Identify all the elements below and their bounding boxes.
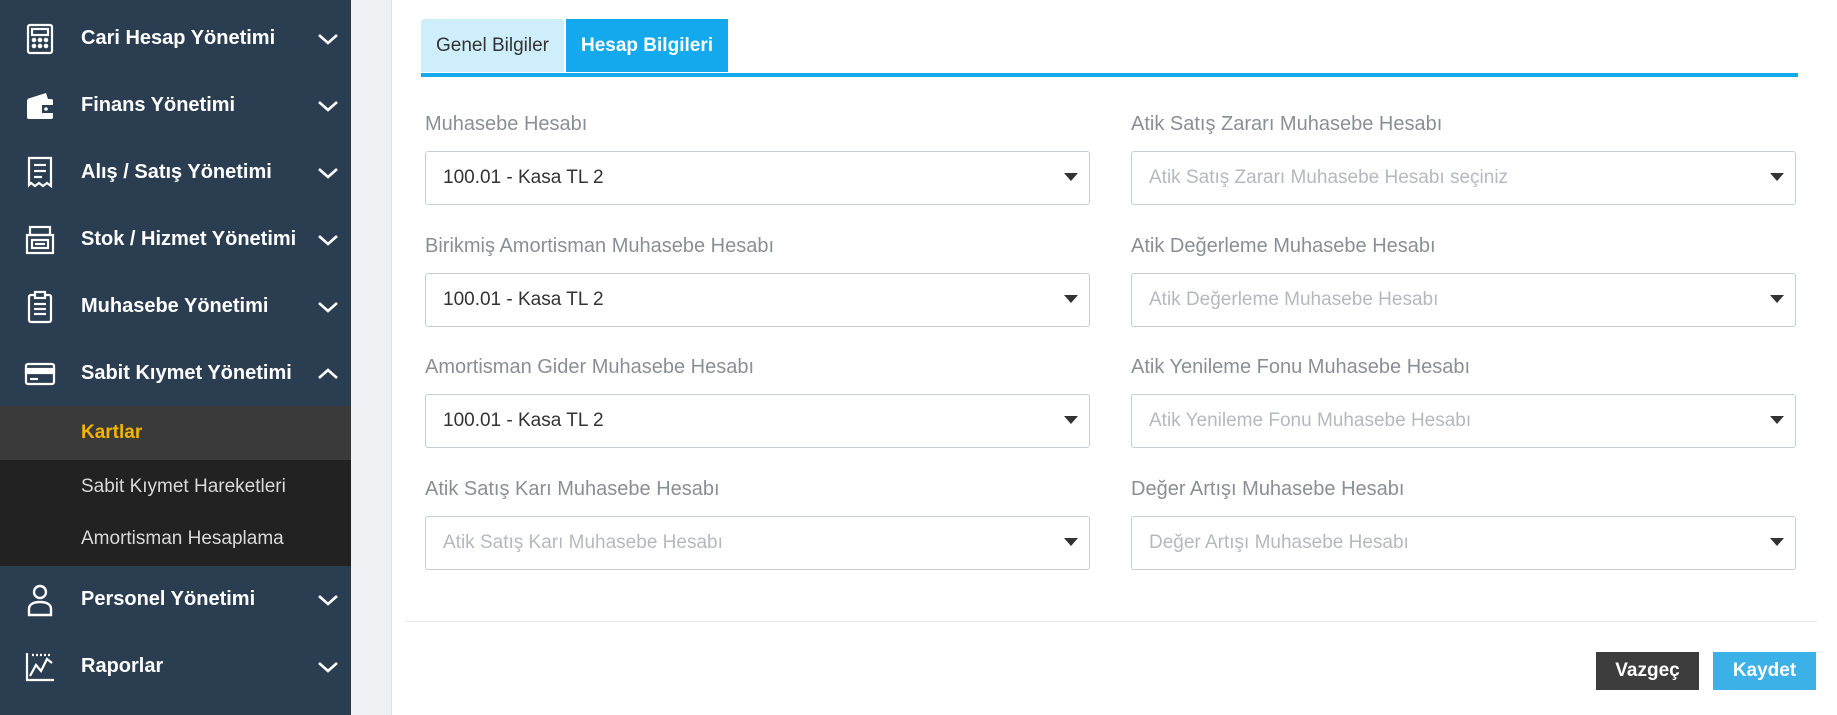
sidebar-item-alis-satis[interactable]: Alış / Satış Yönetimi bbox=[0, 139, 351, 206]
receipt-icon bbox=[23, 156, 57, 190]
credit-card-icon bbox=[23, 357, 57, 391]
chevron-up-icon bbox=[318, 367, 338, 379]
caret-down-icon bbox=[1770, 295, 1784, 303]
sidebar: Cari Hesap Yönetimi Finans Yönetimi Alış… bbox=[0, 0, 351, 715]
atik-satis-zarari-label: Atik Satış Zararı Muhasebe Hesabı bbox=[1131, 113, 1443, 135]
save-button[interactable]: Kaydet bbox=[1713, 652, 1816, 690]
atik-satis-kari-label: Atik Satış Karı Muhasebe Hesabı bbox=[425, 478, 720, 500]
clipboard-icon bbox=[23, 290, 57, 324]
atik-degerleme-select[interactable]: Atik Değerleme Muhasebe Hesabı bbox=[1131, 273, 1796, 327]
tab-genel-bilgiler[interactable]: Genel Bilgiler bbox=[421, 19, 564, 72]
sidebar-item-cari-hesap[interactable]: Cari Hesap Yönetimi bbox=[0, 5, 351, 72]
select-placeholder: Değer Artışı Muhasebe Hesabı bbox=[1149, 532, 1409, 553]
atik-satis-kari-select[interactable]: Atik Satış Karı Muhasebe Hesabı bbox=[425, 516, 1090, 570]
sidebar-item-finans[interactable]: Finans Yönetimi bbox=[0, 72, 351, 139]
caret-down-icon bbox=[1770, 538, 1784, 546]
sidebar-subitem-label: Kartlar bbox=[81, 422, 143, 443]
sidebar-item-label: Cari Hesap Yönetimi bbox=[81, 27, 276, 49]
deger-artisi-label: Değer Artışı Muhasebe Hesabı bbox=[1131, 478, 1405, 500]
sidebar-item-label: Stok / Hizmet Yönetimi bbox=[81, 228, 297, 250]
sidebar-item-label: Sabit Kıymet Yönetimi bbox=[81, 362, 292, 384]
deger-artisi-select[interactable]: Değer Artışı Muhasebe Hesabı bbox=[1131, 516, 1796, 570]
atik-yenileme-select[interactable]: Atik Yenileme Fonu Muhasebe Hesabı bbox=[1131, 394, 1796, 448]
sidebar-item-sabit-kiymet[interactable]: Sabit Kıymet Yönetimi bbox=[0, 340, 351, 407]
chevron-down-icon bbox=[318, 33, 338, 45]
sidebar-item-personel[interactable]: Personel Yönetimi bbox=[0, 566, 351, 633]
chevron-down-icon bbox=[318, 234, 338, 246]
atik-degerleme-label: Atik Değerleme Muhasebe Hesabı bbox=[1131, 235, 1436, 257]
sidebar-subitem-hareketler[interactable]: Sabit Kıymet Hareketleri bbox=[0, 460, 351, 514]
atik-yenileme-label: Atik Yenileme Fonu Muhasebe Hesabı bbox=[1131, 356, 1471, 378]
chart-icon bbox=[23, 650, 57, 684]
footer-divider bbox=[405, 621, 1817, 622]
cancel-button[interactable]: Vazgeç bbox=[1596, 652, 1699, 690]
wallet-icon bbox=[23, 89, 57, 123]
caret-down-icon bbox=[1064, 295, 1078, 303]
tab-hesap-bilgileri[interactable]: Hesap Bilgileri bbox=[566, 19, 728, 72]
caret-down-icon bbox=[1770, 173, 1784, 181]
select-placeholder: Atik Satış Zararı Muhasebe Hesabı seçini… bbox=[1149, 167, 1509, 188]
caret-down-icon bbox=[1064, 173, 1078, 181]
calculator-icon bbox=[23, 22, 57, 56]
sidebar-item-label: Alış / Satış Yönetimi bbox=[81, 161, 272, 183]
inventory-icon bbox=[23, 223, 57, 257]
birikmis-amortisman-label: Birikmiş Amortisman Muhasebe Hesabı bbox=[425, 235, 775, 257]
caret-down-icon bbox=[1770, 416, 1784, 424]
muhasebe-hesabi-select[interactable]: 100.01 - Kasa TL 2 bbox=[425, 151, 1090, 205]
sidebar-submenu: Kartlar Sabit Kıymet Hareketleri Amortis… bbox=[0, 406, 351, 566]
atik-satis-zarari-select[interactable]: Atik Satış Zararı Muhasebe Hesabı seçini… bbox=[1131, 151, 1796, 205]
sidebar-item-muhasebe[interactable]: Muhasebe Yönetimi bbox=[0, 273, 351, 340]
chevron-down-icon bbox=[318, 594, 338, 606]
chevron-down-icon bbox=[318, 167, 338, 179]
chevron-down-icon bbox=[318, 100, 338, 112]
sidebar-item-label: Personel Yönetimi bbox=[81, 588, 256, 610]
tab-bar: Genel Bilgiler Hesap Bilgileri bbox=[421, 19, 728, 73]
muhasebe-hesabi-label: Muhasebe Hesabı bbox=[425, 113, 588, 135]
select-placeholder: Atik Değerleme Muhasebe Hesabı bbox=[1149, 289, 1439, 310]
sidebar-subitem-label: Amortisman Hesaplama bbox=[81, 528, 284, 549]
tab-underline bbox=[421, 73, 1798, 77]
chevron-down-icon bbox=[318, 301, 338, 313]
sidebar-subitem-kartlar[interactable]: Kartlar bbox=[0, 406, 351, 460]
select-placeholder: Atik Satış Karı Muhasebe Hesabı bbox=[443, 532, 723, 553]
amortisman-gider-label: Amortisman Gider Muhasebe Hesabı bbox=[425, 356, 755, 378]
user-icon bbox=[23, 583, 57, 617]
sidebar-item-label: Raporlar bbox=[81, 655, 164, 677]
caret-down-icon bbox=[1064, 416, 1078, 424]
birikmis-amortisman-select[interactable]: 100.01 - Kasa TL 2 bbox=[425, 273, 1090, 327]
chevron-down-icon bbox=[318, 661, 338, 673]
select-value: 100.01 - Kasa TL 2 bbox=[443, 289, 604, 310]
sidebar-item-label: Muhasebe Yönetimi bbox=[81, 295, 269, 317]
sidebar-subitem-amortisman[interactable]: Amortisman Hesaplama bbox=[0, 512, 351, 566]
sidebar-item-label: Finans Yönetimi bbox=[81, 94, 236, 116]
sidebar-subitem-label: Sabit Kıymet Hareketleri bbox=[81, 476, 286, 497]
select-placeholder: Atik Yenileme Fonu Muhasebe Hesabı bbox=[1149, 410, 1472, 431]
sidebar-item-stok-hizmet[interactable]: Stok / Hizmet Yönetimi bbox=[0, 206, 351, 273]
select-value: 100.01 - Kasa TL 2 bbox=[443, 167, 604, 188]
select-value: 100.01 - Kasa TL 2 bbox=[443, 410, 604, 431]
amortisman-gider-select[interactable]: 100.01 - Kasa TL 2 bbox=[425, 394, 1090, 448]
sidebar-item-raporlar[interactable]: Raporlar bbox=[0, 633, 351, 700]
caret-down-icon bbox=[1064, 538, 1078, 546]
